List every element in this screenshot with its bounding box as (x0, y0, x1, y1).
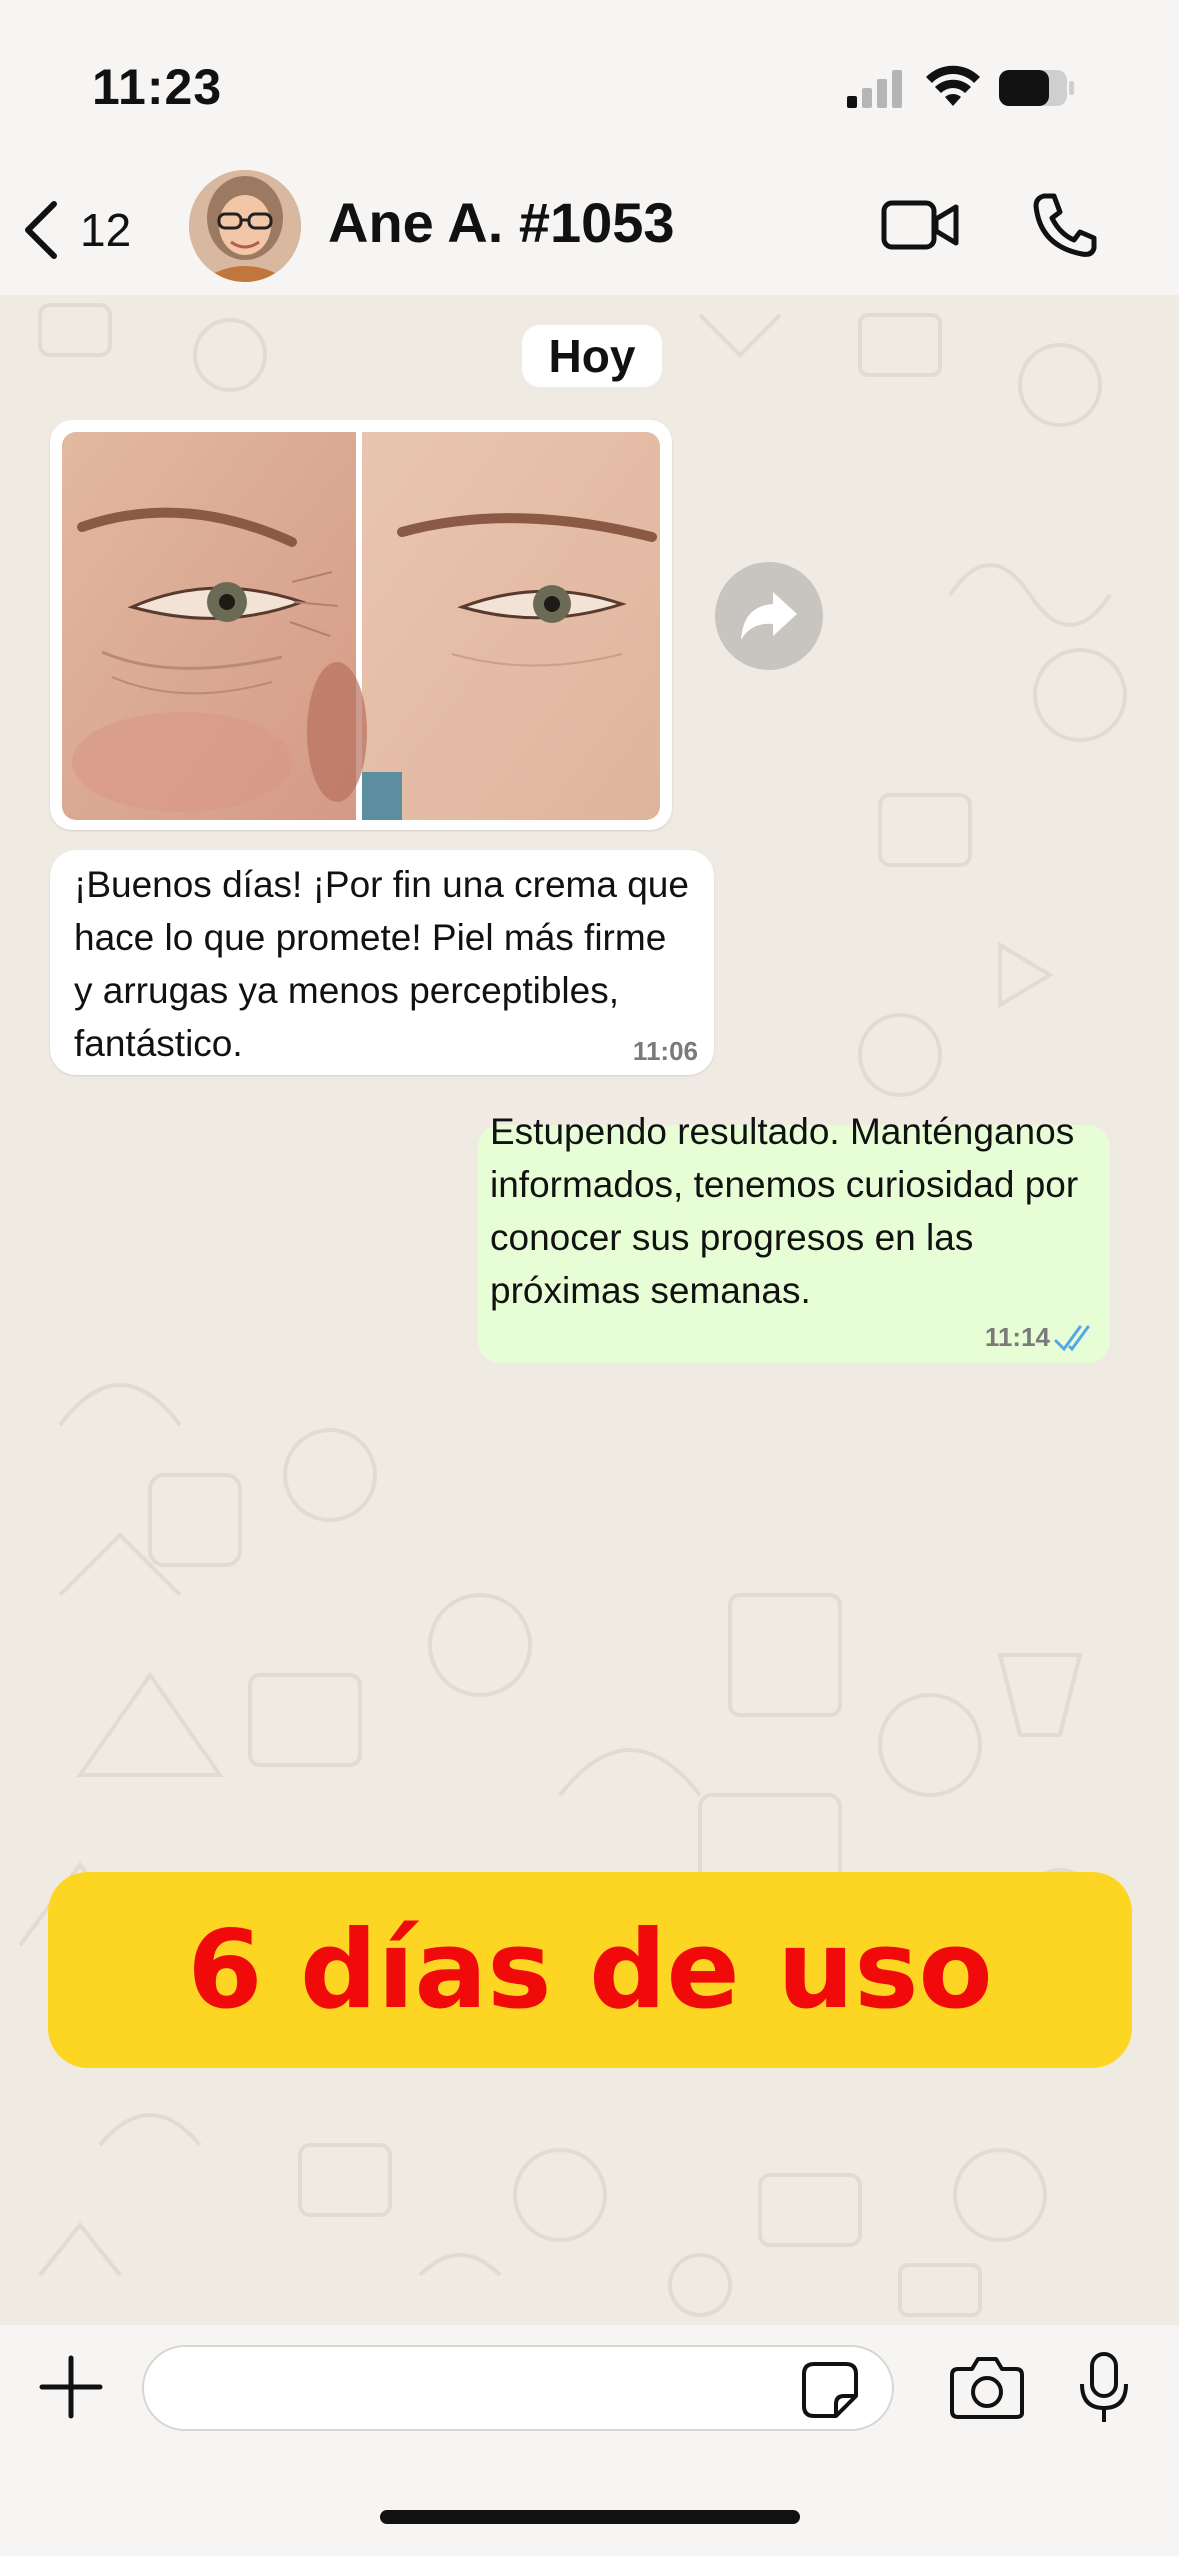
back-button[interactable]: 12 (20, 190, 160, 270)
sticker-icon[interactable] (800, 2360, 860, 2420)
outgoing-message[interactable]: Estupendo resultado. Manténganos informa… (478, 1111, 1110, 1363)
usage-days-banner: 6 días de uso (48, 1872, 1132, 2068)
home-indicator[interactable] (380, 2510, 800, 2524)
skin-comparison-image (62, 432, 660, 820)
battery-icon (999, 70, 1074, 106)
message-input[interactable] (142, 2345, 894, 2431)
date-separator: Hoy (522, 325, 662, 387)
phone-icon[interactable] (1030, 190, 1100, 260)
message-time: 11:14 (984, 1322, 1050, 1352)
camera-icon[interactable] (950, 2355, 1024, 2421)
status-time: 11:23 (92, 59, 223, 115)
unread-count: 12 (80, 204, 132, 256)
message-text: ¡Buenos días! ¡Por fin una crema que hac… (74, 864, 689, 1064)
video-call-icon[interactable] (880, 195, 960, 255)
chevron-left-icon (25, 201, 57, 259)
avatar[interactable] (189, 170, 301, 282)
message-time: 11:06 (632, 1036, 698, 1066)
contact-name[interactable]: Ane A. #1053 (328, 190, 675, 255)
status-bar: 11:23 (0, 0, 1179, 160)
read-ticks-icon (1054, 1325, 1090, 1352)
before-after-photo[interactable] (62, 432, 660, 820)
mic-icon[interactable] (1076, 2350, 1132, 2426)
image-message[interactable] (50, 420, 672, 830)
contact-avatar-image (189, 170, 301, 282)
wifi-icon (926, 65, 980, 106)
forward-button[interactable] (715, 562, 823, 670)
forward-arrow-icon (741, 592, 797, 640)
plus-icon[interactable] (36, 2352, 106, 2422)
message-input-bar (0, 2325, 1179, 2556)
message-text: Estupendo resultado. Manténganos informa… (490, 1111, 1079, 1311)
chat-header: 12 Ane A. #1053 (0, 160, 1179, 295)
banner-text: 6 días de uso (187, 1907, 993, 2033)
signal-icon (847, 70, 902, 108)
incoming-message[interactable]: ¡Buenos días! ¡Por fin una crema que hac… (50, 850, 714, 1075)
